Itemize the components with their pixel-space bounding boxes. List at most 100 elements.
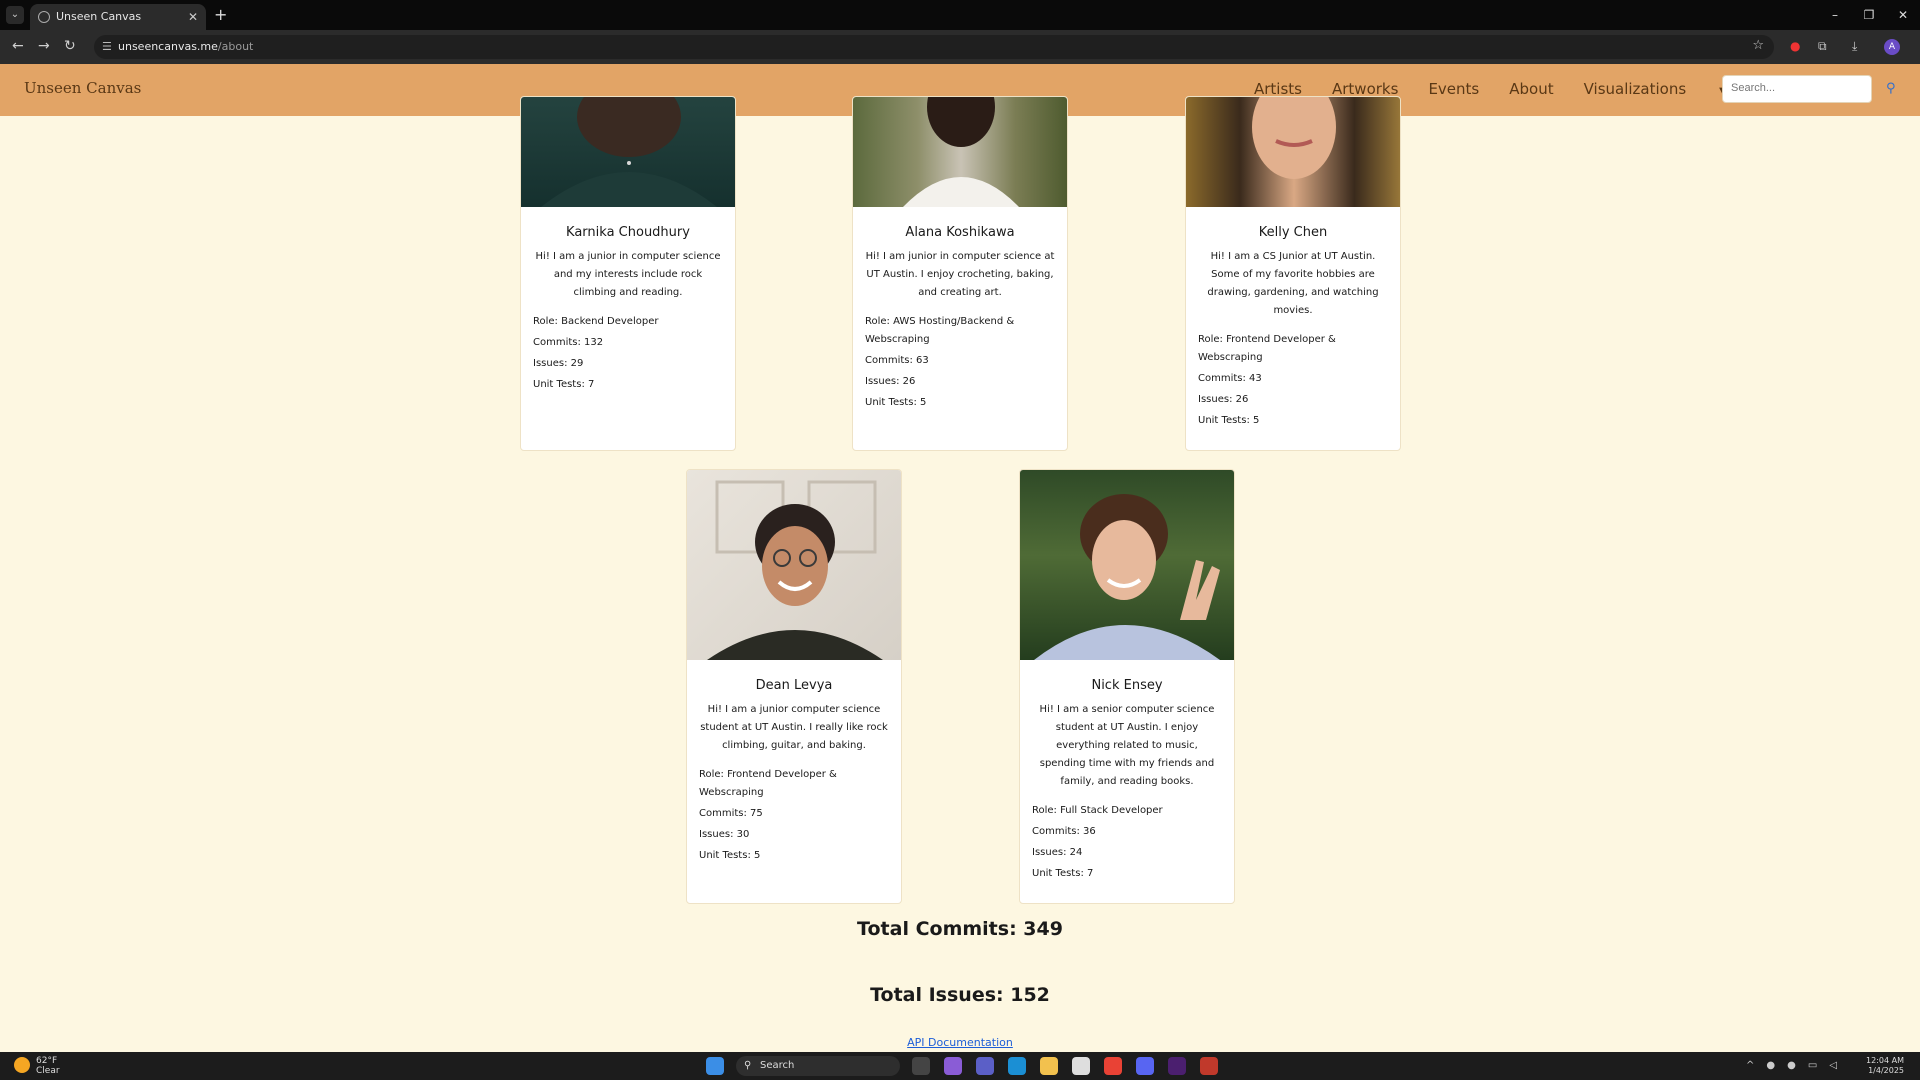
store-icon[interactable] <box>1072 1057 1090 1075</box>
weather-sun-icon <box>14 1057 30 1073</box>
weather-desc: Clear <box>36 1066 60 1076</box>
tray-app-icon[interactable]: ● <box>1766 1060 1775 1071</box>
total-commits: Total Commits: 349 <box>857 918 1063 940</box>
back-arrow-icon[interactable]: ← <box>12 38 24 54</box>
member-unit-tests: Unit Tests: 5 <box>699 850 761 861</box>
search-icon: ⚲ <box>744 1060 752 1071</box>
member-name: Alana Koshikawa <box>905 225 1015 240</box>
member-issues: Issues: 29 <box>533 358 584 369</box>
weather-widget[interactable]: 62°F Clear <box>14 1056 60 1076</box>
team-card: Kelly Chen Hi! I am a CS Junior at UT Au… <box>1185 96 1401 451</box>
browser-tab[interactable]: Unseen Canvas ✕ <box>30 4 206 30</box>
bookmark-star-icon[interactable]: ☆ <box>1752 38 1764 53</box>
clock-date: 1/4/2025 <box>1868 1066 1904 1075</box>
minimize-button[interactable]: – <box>1818 0 1852 30</box>
member-unit-tests: Unit Tests: 5 <box>1198 415 1260 426</box>
forward-arrow-icon[interactable]: → <box>38 38 50 54</box>
tab-title: Unseen Canvas <box>56 10 142 23</box>
member-commits: Commits: 75 <box>699 808 763 819</box>
network-icon[interactable]: ▭ <box>1808 1060 1817 1071</box>
profile-avatar[interactable]: A <box>1884 39 1900 55</box>
member-issues: Issues: 30 <box>699 829 750 840</box>
member-stats: Role: Frontend Developer & Webscraping C… <box>1186 320 1400 430</box>
brand-logo[interactable]: Unseen Canvas <box>24 79 141 97</box>
member-photo <box>1020 470 1234 660</box>
member-commits: Commits: 132 <box>533 337 604 348</box>
member-commits: Commits: 36 <box>1032 826 1096 837</box>
clock-time: 12:04 AM <box>1866 1056 1904 1065</box>
edge-icon[interactable] <box>1008 1057 1026 1075</box>
url-bar[interactable]: ☰ unseencanvas.me/about ☆ <box>94 35 1774 59</box>
new-tab-button[interactable]: + <box>214 5 227 24</box>
site-favicon-icon <box>38 11 50 23</box>
member-stats: Role: AWS Hosting/Backend & Webscraping … <box>853 302 1067 412</box>
file-explorer-icon[interactable] <box>1040 1057 1058 1075</box>
member-bio: Hi! I am a CS Junior at UT Austin. Some … <box>1207 251 1379 316</box>
taskbar-apps <box>706 1057 738 1075</box>
os-taskbar: 62°F Clear ⚲ Search ^ ● ● ▭ ◁ 12:04 AM 1… <box>0 1052 1920 1080</box>
url-text: unseencanvas.me/about <box>118 40 254 53</box>
tab-list-button[interactable]: ⌄ <box>6 6 24 24</box>
member-issues: Issues: 26 <box>865 376 916 387</box>
close-tab-icon[interactable]: ✕ <box>188 4 198 30</box>
task-view-icon[interactable] <box>912 1057 930 1075</box>
member-photo <box>1186 97 1400 207</box>
member-role: Role: Backend Developer <box>533 316 659 327</box>
chrome-icon[interactable] <box>1104 1057 1122 1075</box>
member-stats: Role: Backend Developer Commits: 132 Iss… <box>521 302 735 394</box>
member-bio: Hi! I am junior in computer science at U… <box>865 251 1055 298</box>
app-icon[interactable] <box>1168 1057 1186 1075</box>
member-name: Karnika Choudhury <box>566 225 690 240</box>
volume-icon[interactable]: ◁ <box>1829 1060 1837 1071</box>
member-role: Role: Frontend Developer & Webscraping <box>699 769 837 798</box>
taskbar-clock[interactable]: 12:04 AM 1/4/2025 <box>1860 1056 1904 1076</box>
member-role: Role: Frontend Developer & Webscraping <box>1198 334 1336 363</box>
member-bio: Hi! I am a senior computer science stude… <box>1039 704 1215 787</box>
browser-tab-bar: ⌄ Unseen Canvas ✕ + – ❐ ✕ <box>0 0 1920 30</box>
api-documentation-link[interactable]: API Documentation <box>0 1036 1920 1049</box>
member-bio: Hi! I am a junior in computer science an… <box>535 251 721 298</box>
restore-button[interactable]: ❐ <box>1852 0 1886 30</box>
taskbar-pinned-apps <box>912 1057 1232 1075</box>
member-name: Nick Ensey <box>1091 678 1163 693</box>
discord-icon[interactable] <box>1136 1057 1154 1075</box>
member-unit-tests: Unit Tests: 5 <box>865 397 927 408</box>
teams-icon[interactable] <box>976 1057 994 1075</box>
member-unit-tests: Unit Tests: 7 <box>1032 868 1094 879</box>
member-commits: Commits: 43 <box>1198 373 1262 384</box>
member-stats: Role: Frontend Developer & Webscraping C… <box>687 755 901 865</box>
nav-link-about[interactable]: About <box>1509 80 1553 98</box>
member-stats: Role: Full Stack Developer Commits: 36 I… <box>1020 791 1234 883</box>
nav-link-events[interactable]: Events <box>1428 80 1479 98</box>
weather-temp: 62°F <box>36 1056 58 1066</box>
microphone-icon[interactable]: ● <box>1787 1060 1796 1071</box>
team-card: Dean Levya Hi! I am a junior computer sc… <box>686 469 902 904</box>
team-card: Alana Koshikawa Hi! I am junior in compu… <box>852 96 1068 451</box>
member-name: Kelly Chen <box>1258 225 1328 240</box>
member-photo <box>853 97 1067 207</box>
member-photo <box>521 97 735 207</box>
site-info-icon[interactable]: ☰ <box>102 40 112 53</box>
taskbar-search-label: Search <box>760 1060 795 1071</box>
member-issues: Issues: 24 <box>1032 847 1083 858</box>
close-window-button[interactable]: ✕ <box>1886 0 1920 30</box>
taskbar-search[interactable]: ⚲ Search <box>736 1056 900 1076</box>
member-name: Dean Levya <box>755 678 833 693</box>
window-controls: – ❐ ✕ <box>1818 0 1920 30</box>
member-unit-tests: Unit Tests: 7 <box>533 379 595 390</box>
search-input[interactable]: Search... <box>1722 75 1872 103</box>
reload-icon[interactable]: ↻ <box>64 38 76 54</box>
app-icon-2[interactable] <box>1200 1057 1218 1075</box>
extensions-puzzle-icon[interactable]: ⧉ <box>1818 39 1827 54</box>
copilot-icon[interactable] <box>944 1057 962 1075</box>
member-role: Role: AWS Hosting/Backend & Webscraping <box>865 316 1015 345</box>
total-issues: Total Issues: 152 <box>870 984 1050 1006</box>
team-card: Nick Ensey Hi! I am a senior computer sc… <box>1019 469 1235 904</box>
tray-chevron-icon[interactable]: ^ <box>1746 1060 1754 1071</box>
download-icon[interactable]: ⤓ <box>1852 39 1857 54</box>
extension-icon[interactable]: ● <box>1790 39 1800 53</box>
windows-start-icon[interactable] <box>706 1057 724 1075</box>
search-icon[interactable]: ⚲ <box>1886 81 1896 96</box>
member-photo <box>687 470 901 660</box>
member-commits: Commits: 63 <box>865 355 929 366</box>
